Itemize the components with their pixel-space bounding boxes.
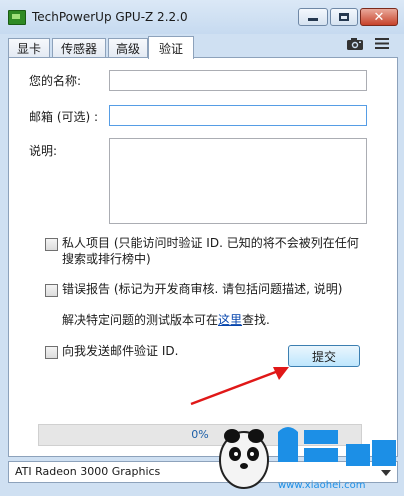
private-project-checkbox[interactable] [45, 238, 58, 251]
email-validation-id-checkbox[interactable] [45, 346, 58, 359]
beta-text-after: 查找. [242, 313, 270, 327]
hamburger-menu-icon[interactable] [374, 35, 390, 54]
gpu-select-value: ATI Radeon 3000 Graphics [15, 465, 161, 478]
private-project-label-line1: 私人项目 (只能访问时验证 ID. 已知的将不会被列在任何 [62, 236, 359, 250]
email-validation-id-label: 向我发送邮件验证 ID. [62, 344, 179, 358]
camera-icon[interactable] [346, 36, 364, 55]
close-button[interactable]: ✕ [360, 8, 398, 26]
beta-download-link[interactable]: 这里 [218, 313, 242, 327]
gpu-z-app-icon [8, 10, 26, 25]
tab-validation[interactable]: 验证 [148, 36, 194, 59]
private-project-label-line2: 搜索或排行榜中) [62, 252, 151, 266]
name-field[interactable] [109, 70, 367, 91]
beta-text-before: 解决特定问题的测试版本可在 [62, 313, 219, 327]
svg-text:www.xiaohei.com: www.xiaohei.com [278, 480, 366, 491]
bug-report-checkbox[interactable] [45, 284, 58, 297]
app-window: TechPowerUp GPU-Z 2.2.0 ✕ 显卡 传感器 高级 验证 您… [0, 0, 404, 496]
maximize-button[interactable] [330, 8, 358, 26]
maximize-icon [339, 13, 349, 21]
email-label: 邮箱 (可选) : [29, 110, 99, 124]
description-field[interactable] [109, 138, 367, 224]
tab-graphics-card[interactable]: 显卡 [8, 38, 50, 58]
annotation-arrow-icon [190, 367, 289, 406]
watermark-logo: www.xiaohei.com [208, 414, 404, 499]
description-label: 说明: [29, 144, 58, 158]
bug-report-label: 错误报告 (标记为开发商审核. 请包括问题描述, 说明) [62, 282, 343, 296]
close-icon: ✕ [373, 9, 385, 25]
minimize-icon [308, 18, 318, 21]
title-bar[interactable]: TechPowerUp GPU-Z 2.2.0 ✕ [0, 0, 404, 34]
minimize-button[interactable] [298, 8, 328, 26]
window-title: TechPowerUp GPU-Z 2.2.0 [32, 10, 188, 24]
name-label: 您的名称: [29, 74, 82, 88]
email-field[interactable] [109, 105, 367, 126]
submit-button[interactable]: 提交 [288, 345, 360, 367]
tab-advanced[interactable]: 高级 [108, 38, 148, 58]
tab-sensors[interactable]: 传感器 [52, 38, 106, 58]
beta-version-note: 解决特定问题的测试版本可在这里查找. [62, 312, 270, 328]
